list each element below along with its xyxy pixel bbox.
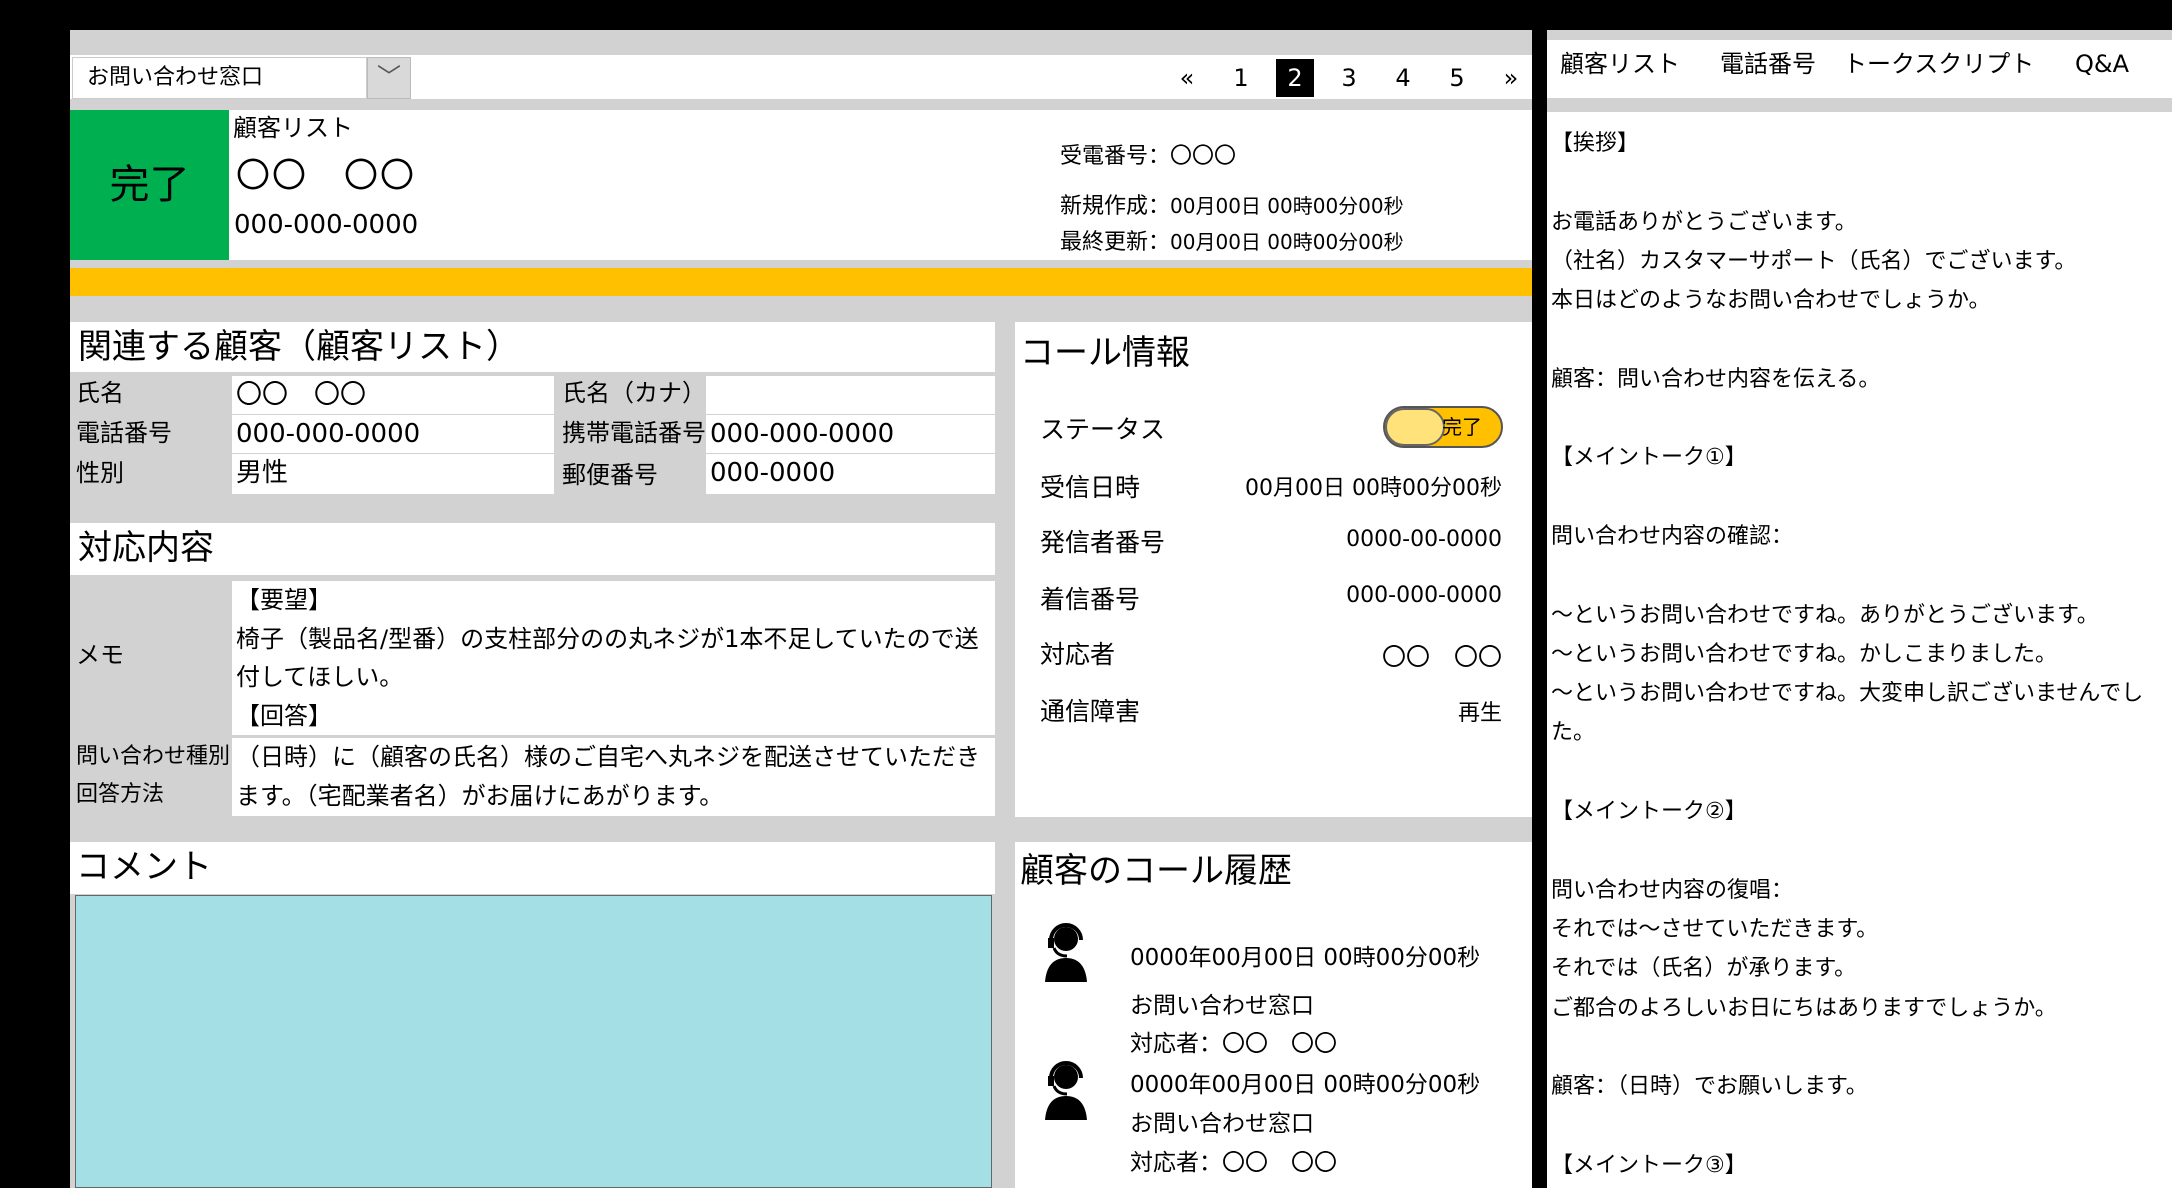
history-datetime: 0000年00月00日 00時00分00秒 — [1130, 1072, 1481, 1098]
kana-field[interactable] — [706, 376, 995, 414]
callee-value: 000-000-0000 — [1346, 583, 1502, 608]
callee-label: 着信番号 — [1040, 585, 1141, 614]
history-channel: お問い合わせ窓口 — [1130, 993, 1314, 1019]
page-next-button[interactable]: » — [1484, 58, 1538, 98]
playback-link[interactable]: 再生 — [1458, 695, 1502, 727]
agent-value: 〇〇 〇〇 — [1382, 643, 1502, 671]
history-agent: 対応者：〇〇 〇〇 — [1130, 1031, 1337, 1057]
caller-label: 発信者番号 — [1040, 528, 1166, 557]
fault-label: 通信障害 — [1040, 697, 1141, 726]
method-line: （日時）に（顧客の氏名）様のご自宅へ丸ネジを配送させていただき — [236, 743, 980, 771]
pagination: « 1 2 3 4 5 » — [1160, 58, 1538, 100]
method-line: ます。（宅配業者名）がお届けにあがります。 — [236, 781, 724, 810]
tab-talk-script[interactable]: トークスクリプト — [1843, 44, 2034, 84]
receive-number: 受電番号：〇〇〇 — [1060, 144, 1237, 169]
page-3-button[interactable]: 3 — [1322, 58, 1376, 98]
mobile-field[interactable]: 000-000-0000 — [706, 415, 995, 453]
call-info-title: コール情報 — [1020, 333, 1190, 373]
page-4-button[interactable]: 4 — [1376, 58, 1430, 98]
tab-customer-list[interactable]: 顧客リスト — [1560, 44, 1680, 84]
toggle-knob — [1385, 408, 1445, 446]
memo-line: 椅子（製品名/型番）の支柱部分のの丸ネジが1本不足していたので送 — [236, 624, 979, 653]
gender-field[interactable]: 男性 — [232, 454, 554, 494]
received-label: 受信日時 — [1040, 473, 1141, 502]
customer-section-title: 関連する顧客（顧客リスト） — [70, 322, 995, 372]
inquiry-type-label: 問い合わせ種別 — [76, 744, 231, 769]
highlight-bar — [70, 268, 1532, 296]
status-label: ステータス — [1040, 415, 1166, 444]
memo-field[interactable]: 【要望】 椅子（製品名/型番）の支柱部分のの丸ネジが1本不足していたので送 付し… — [232, 581, 995, 735]
answer-method-label: 回答方法 — [76, 782, 165, 807]
postal-field[interactable]: 000-0000 — [706, 454, 995, 494]
tab-qa[interactable]: Q&A — [2075, 44, 2129, 84]
answer-method-field[interactable]: （日時）に（顧客の氏名）様のご自宅へ丸ネジを配送させていただき ます。（宅配業者… — [232, 738, 995, 816]
page-prev-button[interactable]: « — [1160, 58, 1214, 98]
page-2-button[interactable]: 2 — [1268, 58, 1322, 98]
response-section-title: 対応内容 — [70, 523, 995, 575]
operator-headset-icon — [1045, 1061, 1087, 1120]
tab-phone-number[interactable]: 電話番号 — [1720, 44, 1816, 84]
phone-label: 電話番号 — [76, 419, 172, 447]
postal-label: 郵便番号 — [562, 461, 658, 489]
memo-label: メモ — [76, 641, 124, 669]
comment-section-title: コメント — [70, 842, 995, 894]
received-value: 00月00日 00時00分00秒 — [1245, 476, 1502, 501]
record-list-label: 顧客リスト — [233, 114, 353, 142]
call-info-panel — [1015, 322, 1532, 817]
inquiry-channel-select[interactable]: お問い合わせ窓口 — [72, 57, 367, 99]
caller-value: 0000-00-0000 — [1346, 527, 1502, 552]
created-at: 新規作成：00月00日 00時00分00秒 — [1060, 194, 1404, 219]
gender-label: 性別 — [76, 459, 124, 487]
history-datetime: 0000年00月00日 00時00分00秒 — [1130, 945, 1481, 971]
phone-field[interactable]: 000-000-0000 — [232, 415, 554, 453]
record-customer-name: 〇〇 〇〇 — [236, 156, 416, 196]
memo-line: 【回答】 — [236, 701, 332, 730]
agent-label: 対応者 — [1040, 640, 1116, 669]
talk-script-text: 【挨拶】 お電話ありがとうございます。 （社名）カスタマーサポート（氏名）でござ… — [1547, 112, 2172, 1188]
mobile-label: 携帯電話番号 — [562, 419, 706, 447]
status-toggle-label: 完了 — [1442, 415, 1482, 439]
page-5-button[interactable]: 5 — [1430, 58, 1484, 98]
kana-label: 氏名（カナ） — [562, 379, 706, 407]
memo-line: 付してほしい。 — [236, 663, 404, 691]
operator-headset-icon — [1045, 923, 1087, 982]
call-history-title: 顧客のコール履歴 — [1020, 851, 1292, 891]
history-agent: 対応者：〇〇 〇〇 — [1130, 1150, 1337, 1176]
name-field[interactable]: 〇〇 〇〇 — [232, 376, 554, 414]
updated-at: 最終更新：00月00日 00時00分00秒 — [1060, 230, 1404, 255]
name-label: 氏名 — [76, 379, 124, 407]
chevron-down-icon[interactable]: ﹀ — [367, 57, 411, 99]
page-1-button[interactable]: 1 — [1214, 58, 1268, 98]
memo-line: 【要望】 — [236, 586, 332, 614]
record-phone: 000-000-0000 — [234, 210, 419, 240]
status-badge: 完了 — [70, 110, 229, 260]
history-channel: お問い合わせ窓口 — [1130, 1111, 1314, 1137]
comment-input[interactable] — [75, 895, 992, 1188]
